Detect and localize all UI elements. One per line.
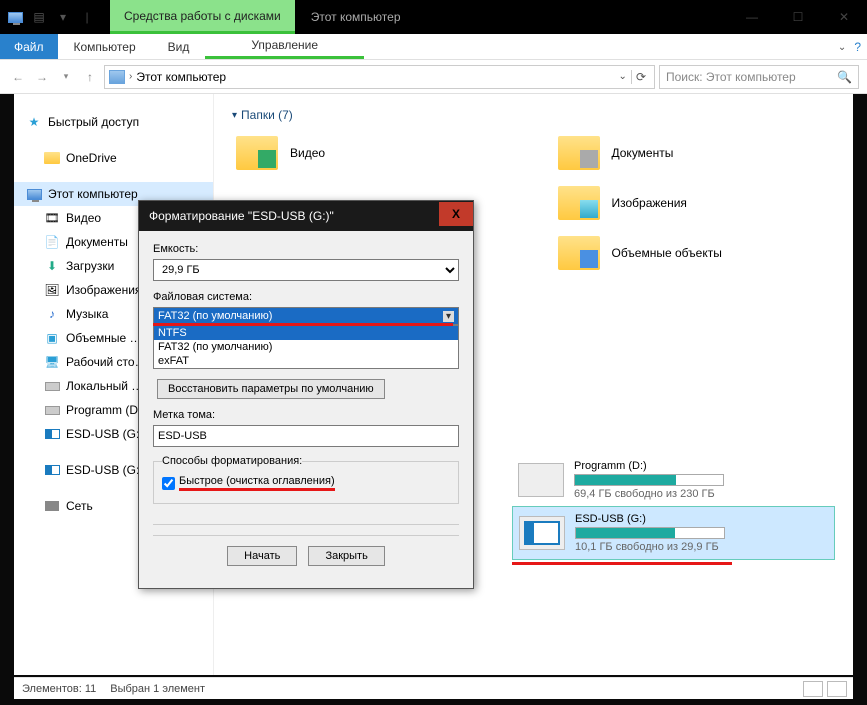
drive-esd-usb[interactable]: ESD-USB (G:) 10,1 ГБ свободно из 29,9 ГБ xyxy=(512,506,835,560)
quick-format-checkbox[interactable] xyxy=(162,477,175,490)
view-tab[interactable]: Вид xyxy=(152,34,206,59)
network-icon xyxy=(44,498,60,514)
separator xyxy=(153,524,459,525)
folder-pictures[interactable]: Изображения xyxy=(554,182,836,224)
ribbon-menubar: Файл Компьютер Вид Управление ⌄ ? xyxy=(0,34,867,60)
search-box[interactable]: Поиск: Этот компьютер 🔍 xyxy=(659,65,859,89)
collapse-icon: ▾ xyxy=(232,110,237,121)
hdd-icon xyxy=(518,463,564,497)
document-icon: 📄 xyxy=(44,234,60,250)
drive-icon xyxy=(44,378,60,394)
drive-name: ESD-USB (G:) xyxy=(575,513,725,525)
address-path[interactable]: › Этот компьютер ⌄ ⟳ xyxy=(104,65,655,89)
chevron-right-icon[interactable]: › xyxy=(129,71,132,82)
chevron-down-icon[interactable]: ⌄ xyxy=(619,71,627,82)
picture-icon: 🖼 xyxy=(44,282,60,298)
folder-icon xyxy=(236,136,278,170)
folder-documents[interactable]: Документы xyxy=(554,132,836,174)
capacity-bar xyxy=(574,474,724,486)
forward-button[interactable]: → xyxy=(32,67,52,87)
annotation-underline xyxy=(153,323,453,326)
dialog-title: Форматирование "ESD-USB (G:)" xyxy=(149,209,334,223)
filesystem-dropdown: NTFS FAT32 (по умолчанию) exFAT xyxy=(153,325,459,369)
status-bar: Элементов: 11 Выбран 1 элемент xyxy=(14,677,853,699)
path-segment[interactable]: Этот компьютер xyxy=(136,70,226,84)
annotation-underline xyxy=(512,562,732,565)
fs-option-ntfs[interactable]: NTFS xyxy=(154,326,458,340)
video-icon: 🎞 xyxy=(44,210,60,226)
close-dialog-button[interactable]: Закрыть xyxy=(308,546,384,566)
section-header-folders[interactable]: ▾ Папки (7) xyxy=(232,108,835,122)
format-options-group: Способы форматирования: Быстрое (очистка… xyxy=(153,455,459,504)
recent-button[interactable]: ▾ xyxy=(56,67,76,87)
status-item-count: Элементов: 11 xyxy=(22,683,96,695)
monitor-icon xyxy=(26,186,42,202)
label-volume: Метка тома: xyxy=(153,409,459,421)
format-options-legend: Способы форматирования: xyxy=(162,455,302,467)
music-icon: ♪ xyxy=(44,306,60,322)
search-icon[interactable]: 🔍 xyxy=(837,70,852,84)
dialog-close-button[interactable]: X xyxy=(439,202,473,226)
folder-icon xyxy=(558,186,600,220)
drive-programm[interactable]: Programm (D:) 69,4 ГБ свободно из 230 ГБ xyxy=(512,454,835,506)
ribbon-expand-icon[interactable]: ⌄ xyxy=(838,42,846,53)
format-dialog: Форматирование "ESD-USB (G:)" X Емкость:… xyxy=(138,200,474,589)
close-button[interactable]: ✕ xyxy=(821,0,867,34)
start-button[interactable]: Начать xyxy=(227,546,297,566)
refresh-icon[interactable]: ⟳ xyxy=(631,70,650,84)
usb-drive-icon xyxy=(519,516,565,550)
back-button[interactable]: ← xyxy=(8,67,28,87)
drive-icon xyxy=(44,402,60,418)
label-capacity: Емкость: xyxy=(153,243,459,255)
usb-icon xyxy=(44,426,60,442)
status-selection: Выбран 1 элемент xyxy=(110,683,205,695)
folder-3dobjects[interactable]: Объемные объекты xyxy=(554,232,836,274)
nav-onedrive[interactable]: OneDrive xyxy=(14,146,213,170)
ribbon-contextual-tab[interactable]: Средства работы с дисками xyxy=(110,0,295,34)
qat-item[interactable]: ▤ xyxy=(30,8,48,26)
file-menu[interactable]: Файл xyxy=(0,34,58,59)
restore-defaults-button[interactable]: Восстановить параметры по умолчанию xyxy=(157,379,385,399)
help-icon[interactable]: ? xyxy=(854,40,861,54)
folder-icon xyxy=(44,150,60,166)
label-filesystem: Файловая система: xyxy=(153,291,459,303)
manage-tab[interactable]: Управление xyxy=(205,34,364,59)
address-bar: ← → ▾ ↑ › Этот компьютер ⌄ ⟳ Поиск: Этот… xyxy=(0,60,867,94)
drive-free-text: 10,1 ГБ свободно из 29,9 ГБ xyxy=(575,541,725,553)
volume-label-input[interactable] xyxy=(153,425,459,447)
view-icons-button[interactable] xyxy=(827,681,847,697)
desktop-icon: 🖥 xyxy=(44,354,60,370)
capacity-bar xyxy=(575,527,725,539)
star-icon: ★ xyxy=(26,114,42,130)
folder-videos[interactable]: Видео xyxy=(232,132,514,174)
window-title: Этот компьютер xyxy=(295,10,417,24)
qat-item[interactable]: ▾ xyxy=(54,8,72,26)
quick-format-text: Быстрое (очистка оглавления) xyxy=(179,475,335,491)
cube-icon: ▣ xyxy=(44,330,60,346)
nav-quick-access[interactable]: ★Быстрый доступ xyxy=(14,110,213,134)
drive-name: Programm (D:) xyxy=(574,460,724,472)
minimize-button[interactable]: — xyxy=(729,0,775,34)
download-icon: ⬇ xyxy=(44,258,60,274)
drive-free-text: 69,4 ГБ свободно из 230 ГБ xyxy=(574,488,724,500)
view-details-button[interactable] xyxy=(803,681,823,697)
dialog-titlebar[interactable]: Форматирование "ESD-USB (G:)" X xyxy=(139,201,473,231)
pc-icon xyxy=(109,70,125,84)
fs-option-exfat[interactable]: exFAT xyxy=(154,354,458,368)
up-button[interactable]: ↑ xyxy=(80,67,100,87)
quick-format-label[interactable]: Быстрое (очистка оглавления) xyxy=(162,475,450,491)
window-titlebar: ▤ ▾ | Средства работы с дисками Этот ком… xyxy=(0,0,867,34)
search-placeholder: Поиск: Этот компьютер xyxy=(666,70,796,84)
folder-icon xyxy=(558,136,600,170)
folder-icon xyxy=(558,236,600,270)
capacity-select[interactable]: 29,9 ГБ xyxy=(153,259,459,281)
maximize-button[interactable]: ☐ xyxy=(775,0,821,34)
usb-icon xyxy=(44,462,60,478)
computer-tab[interactable]: Компьютер xyxy=(58,34,152,59)
qat-divider: | xyxy=(78,8,96,26)
app-icon xyxy=(6,8,24,26)
fs-option-fat32[interactable]: FAT32 (по умолчанию) xyxy=(154,340,458,354)
